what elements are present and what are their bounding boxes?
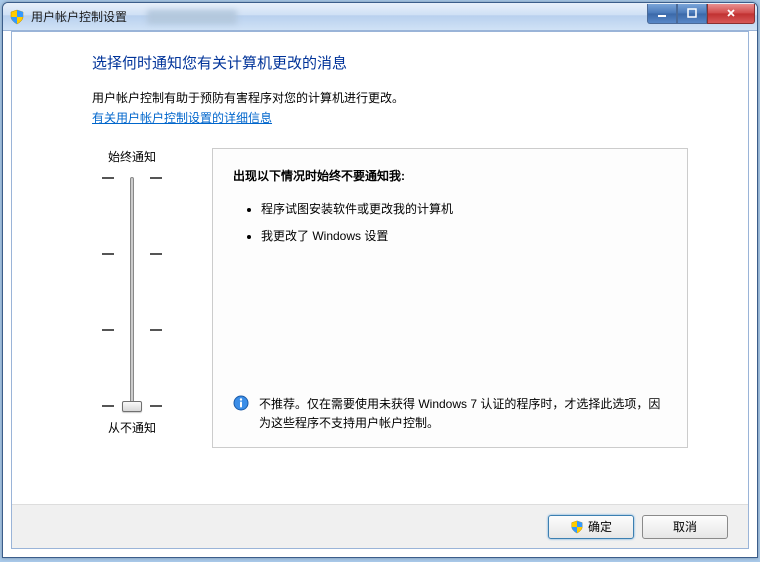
- detail-title: 出现以下情况时始终不要通知我:: [233, 167, 667, 184]
- ok-button[interactable]: 确定: [548, 515, 634, 539]
- slider-track: [130, 177, 134, 407]
- list-item: 程序试图安装软件或更改我的计算机: [261, 200, 667, 217]
- slider-thumb[interactable]: [122, 401, 142, 412]
- page-subtext: 用户帐户控制有助于预防有害程序对您的计算机进行更改。: [92, 89, 688, 106]
- cancel-label: 取消: [673, 518, 697, 535]
- window-controls: [647, 4, 755, 24]
- content-area: 选择何时通知您有关计算机更改的消息 用户帐户控制有助于预防有害程序对您的计算机进…: [12, 32, 748, 504]
- help-link[interactable]: 有关用户帐户控制设置的详细信息: [92, 111, 272, 125]
- client-area: 选择何时通知您有关计算机更改的消息 用户帐户控制有助于预防有害程序对您的计算机进…: [11, 31, 749, 549]
- close-button[interactable]: [707, 4, 755, 24]
- page-heading: 选择何时通知您有关计算机更改的消息: [92, 52, 688, 73]
- dialog-footer: 确定 取消: [12, 504, 748, 548]
- detail-panel: 出现以下情况时始终不要通知我: 程序试图安装软件或更改我的计算机 我更改了 Wi…: [212, 148, 688, 448]
- maximize-button[interactable]: [677, 4, 707, 24]
- uac-shield-icon: [9, 9, 25, 25]
- cancel-button[interactable]: 取消: [642, 515, 728, 539]
- info-icon: [233, 395, 249, 411]
- titlebar[interactable]: 用户帐户控制设置: [3, 3, 757, 31]
- minimize-button[interactable]: [647, 4, 677, 24]
- slider-top-label: 始终通知: [108, 148, 156, 165]
- slider-bottom-label: 从不通知: [108, 419, 156, 436]
- recommendation-text: 不推荐。仅在需要使用未获得 Windows 7 认证的程序时，才选择此选项，因为…: [259, 395, 667, 433]
- slider-area: 始终通知 从不通知 出现以下情况时始终不要通知我: 程序试图安装软件或更改我: [92, 148, 688, 448]
- ok-label: 确定: [588, 518, 612, 535]
- window-title: 用户帐户控制设置: [31, 8, 127, 25]
- blurred-text: [147, 10, 237, 24]
- recommendation: 不推荐。仅在需要使用未获得 Windows 7 认证的程序时，才选择此选项，因为…: [233, 395, 667, 433]
- dialog-window: 用户帐户控制设置 选择何时通知您有关计算机更改的消息 用户帐户控制有助于预防有害…: [2, 2, 758, 558]
- slider-column: 始终通知 从不通知: [92, 148, 172, 448]
- uac-slider[interactable]: [102, 177, 162, 407]
- detail-list: 程序试图安装软件或更改我的计算机 我更改了 Windows 设置: [233, 200, 667, 254]
- list-item: 我更改了 Windows 设置: [261, 227, 667, 244]
- uac-shield-icon: [570, 520, 584, 534]
